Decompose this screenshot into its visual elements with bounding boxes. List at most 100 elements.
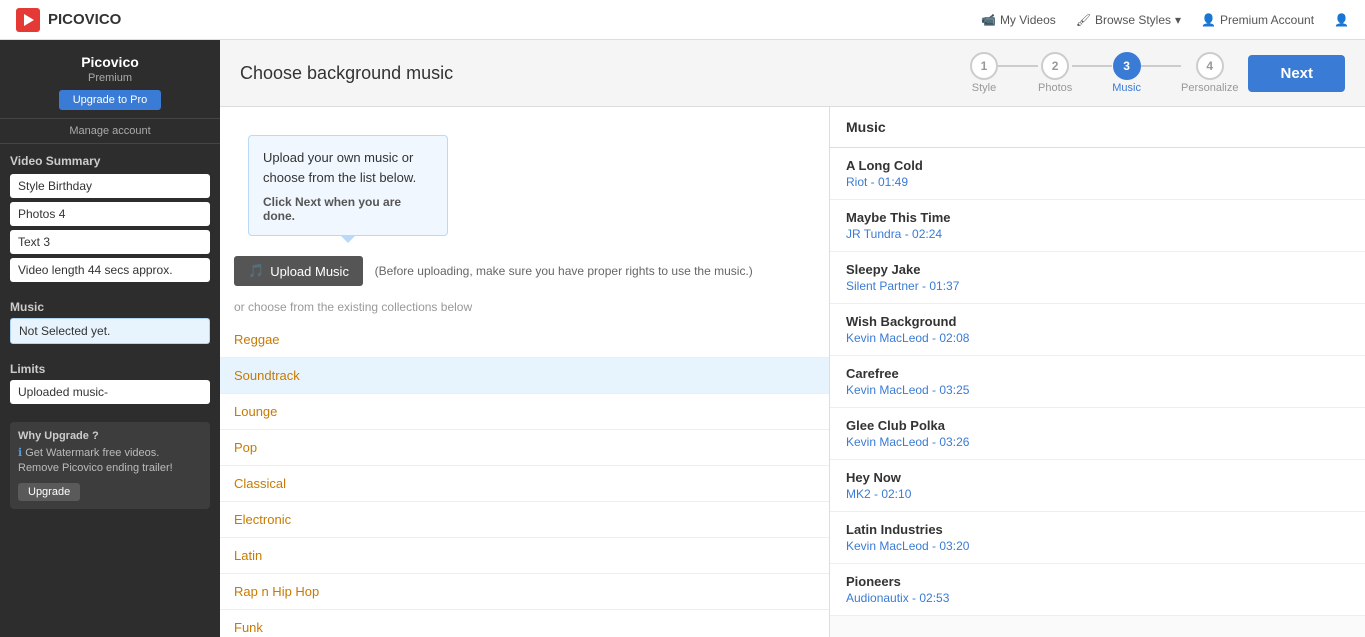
- right-panel: Music A Long Cold Riot - 01:49 Maybe Thi…: [830, 107, 1365, 637]
- video-length-item: Video length 44 secs approx.: [10, 258, 210, 282]
- genre-item-reggae[interactable]: Reggae: [220, 322, 829, 358]
- music-track-meta: MK2 - 02:10: [846, 487, 1349, 501]
- why-upgrade-text: ℹ Get Watermark free videos. Remove Pico…: [18, 446, 202, 477]
- sidebar: Picovico Premium Upgrade to Pro Manage a…: [0, 40, 220, 637]
- logo-text: PICOVICO: [48, 11, 121, 28]
- chevron-down-icon: ▾: [1175, 13, 1181, 27]
- my-videos-link[interactable]: 📹 My Videos: [981, 13, 1056, 27]
- step-2-label: Photos: [1038, 82, 1072, 94]
- genre-item-soundtrack[interactable]: Soundtrack: [220, 358, 829, 394]
- upload-music-button[interactable]: 🎵 Upload Music: [234, 256, 363, 286]
- tooltip-instruction: Click Next when you are done.: [263, 195, 433, 223]
- step-line-1: [998, 65, 1038, 67]
- steps-container: 1 Style 2 Photos 3: [970, 52, 1238, 94]
- step-music: 3 Music: [1112, 52, 1141, 94]
- limits-label: Limits: [0, 354, 220, 380]
- genre-item-pop[interactable]: Pop: [220, 430, 829, 466]
- upload-icon: 🎵: [248, 263, 264, 279]
- person-icon: 👤: [1334, 13, 1349, 27]
- style-item: Style Birthday: [10, 174, 210, 198]
- music-item[interactable]: Glee Club Polka Kevin MacLeod - 03:26: [830, 408, 1365, 460]
- music-item[interactable]: Maybe This Time JR Tundra - 02:24: [830, 200, 1365, 252]
- genre-item-lounge[interactable]: Lounge: [220, 394, 829, 430]
- premium-account-link[interactable]: 👤 Premium Account: [1201, 13, 1314, 27]
- music-track-title: Maybe This Time: [846, 210, 1349, 225]
- left-panel: Upload your own music or choose from the…: [220, 107, 830, 637]
- music-track-meta: Silent Partner - 01:37: [846, 279, 1349, 293]
- music-track-title: Pioneers: [846, 574, 1349, 589]
- genre-item-rap-n-hip-hop[interactable]: Rap n Hip Hop: [220, 574, 829, 610]
- video-summary-title: Video Summary: [10, 154, 210, 168]
- photos-item: Photos 4: [10, 202, 210, 226]
- music-item[interactable]: Carefree Kevin MacLeod - 03:25: [830, 356, 1365, 408]
- step-4-label: Personalize: [1181, 82, 1238, 94]
- genre-list: ReggaeSoundtrackLoungePopClassicalElectr…: [220, 322, 829, 637]
- music-track-title: Sleepy Jake: [846, 262, 1349, 277]
- logo-icon: [16, 8, 40, 32]
- music-track-meta: Audionautix - 02:53: [846, 591, 1349, 605]
- navbar: PICOVICO 📹 My Videos 🖌 Browse Styles ▾ 👤…: [0, 0, 1365, 40]
- why-upgrade-title: Why Upgrade ?: [18, 430, 202, 442]
- step-line-2: [1072, 65, 1112, 67]
- music-item[interactable]: Wish Background Kevin MacLeod - 02:08: [830, 304, 1365, 356]
- why-upgrade-section: Why Upgrade ? ℹ Get Watermark free video…: [10, 422, 210, 509]
- user-icon: 👤: [1201, 13, 1216, 27]
- genre-item-funk[interactable]: Funk: [220, 610, 829, 637]
- music-list: A Long Cold Riot - 01:49 Maybe This Time…: [830, 148, 1365, 637]
- music-track-title: Glee Club Polka: [846, 418, 1349, 433]
- step-1-label: Style: [972, 82, 996, 94]
- sidebar-plan-label: Premium: [10, 72, 210, 84]
- step-3-circle: 3: [1113, 52, 1141, 80]
- uploaded-music-item: Uploaded music-: [10, 380, 210, 404]
- main-content: Choose background music 1 Style 2 P: [220, 40, 1365, 637]
- music-track-title: Carefree: [846, 366, 1349, 381]
- tooltip-text: Upload your own music or choose from the…: [263, 148, 433, 187]
- music-not-selected: Not Selected yet.: [10, 318, 210, 344]
- music-track-title: Hey Now: [846, 470, 1349, 485]
- music-panel-title: Music: [830, 107, 1365, 148]
- music-track-meta: Kevin MacLeod - 03:20: [846, 539, 1349, 553]
- music-item[interactable]: A Long Cold Riot - 01:49: [830, 148, 1365, 200]
- step-4-circle: 4: [1196, 52, 1224, 80]
- genre-item-electronic[interactable]: Electronic: [220, 502, 829, 538]
- text-item: Text 3: [10, 230, 210, 254]
- upgrade-button[interactable]: Upgrade: [18, 483, 80, 501]
- step-1-circle: 1: [970, 52, 998, 80]
- music-track-meta: JR Tundra - 02:24: [846, 227, 1349, 241]
- content-area: Upload your own music or choose from the…: [220, 107, 1365, 637]
- sidebar-header: Picovico Premium Upgrade to Pro: [0, 40, 220, 119]
- steps-header: Choose background music 1 Style 2 P: [220, 40, 1365, 107]
- brush-icon: 🖌: [1076, 13, 1091, 27]
- music-track-title: A Long Cold: [846, 158, 1349, 173]
- logo: PICOVICO: [16, 8, 121, 32]
- upload-area: 🎵 Upload Music (Before uploading, make s…: [220, 246, 829, 296]
- or-choose-text: or choose from the existing collections …: [220, 296, 829, 322]
- music-item[interactable]: Hey Now MK2 - 02:10: [830, 460, 1365, 512]
- video-summary-section: Video Summary Style Birthday Photos 4 Te…: [0, 144, 220, 292]
- page-title: Choose background music: [240, 63, 453, 84]
- upload-note: (Before uploading, make sure you have pr…: [375, 264, 753, 278]
- next-button[interactable]: Next: [1248, 55, 1345, 92]
- music-track-meta: Kevin MacLeod - 03:25: [846, 383, 1349, 397]
- music-item[interactable]: Pioneers Audionautix - 02:53: [830, 564, 1365, 616]
- step-line-3: [1141, 65, 1181, 67]
- upgrade-to-pro-button[interactable]: Upgrade to Pro: [59, 90, 162, 110]
- music-track-meta: Riot - 01:49: [846, 175, 1349, 189]
- browse-styles-link[interactable]: 🖌 Browse Styles ▾: [1076, 13, 1181, 27]
- music-track-title: Latin Industries: [846, 522, 1349, 537]
- genre-item-latin[interactable]: Latin: [220, 538, 829, 574]
- music-track-meta: Kevin MacLeod - 03:26: [846, 435, 1349, 449]
- manage-account-link[interactable]: Manage account: [0, 119, 220, 144]
- music-item[interactable]: Sleepy Jake Silent Partner - 01:37: [830, 252, 1365, 304]
- music-label: Music: [0, 292, 220, 318]
- navbar-right: 📹 My Videos 🖌 Browse Styles ▾ 👤 Premium …: [981, 13, 1349, 27]
- music-item[interactable]: Latin Industries Kevin MacLeod - 03:20: [830, 512, 1365, 564]
- music-track-meta: Kevin MacLeod - 02:08: [846, 331, 1349, 345]
- video-icon: 📹: [981, 13, 996, 27]
- tooltip-box: Upload your own music or choose from the…: [248, 135, 448, 236]
- genre-item-classical[interactable]: Classical: [220, 466, 829, 502]
- music-track-title: Wish Background: [846, 314, 1349, 329]
- account-icon-link[interactable]: 👤: [1334, 13, 1349, 27]
- step-photos: 2 Photos: [1038, 52, 1072, 94]
- step-3-label: Music: [1112, 82, 1141, 94]
